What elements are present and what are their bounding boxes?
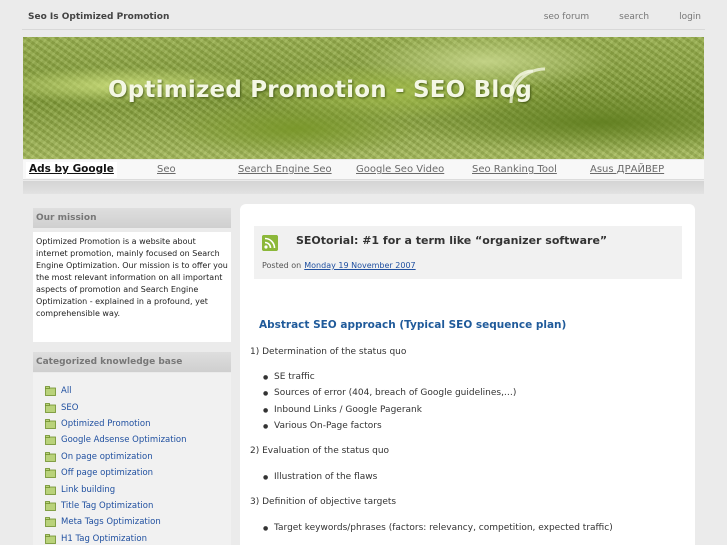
kb-link-title-tag-optimization[interactable]: Title Tag Optimization (61, 501, 153, 511)
kb-link-link-building[interactable]: Link building (61, 485, 115, 495)
kb-link-all[interactable]: All (61, 386, 72, 396)
seo-forum-link[interactable]: seo forum (544, 12, 589, 22)
kb-link-seo[interactable]: SEO (61, 403, 78, 413)
ad-link-google-seo-video[interactable]: Google Seo Video (356, 164, 444, 175)
list-item: Meta Tags Optimization (33, 514, 231, 530)
list-item: Title Tag Optimization (33, 498, 231, 514)
list-item: H1 Tag Optimization (33, 531, 231, 545)
rss-feed-icon[interactable] (262, 235, 278, 251)
list-item: Link building (33, 481, 231, 497)
article-body: Abstract SEO approach (Typical SEO seque… (250, 319, 690, 533)
knowledge-base-list: All SEO Optimized Promotion Google Adsen… (33, 373, 231, 545)
posted-on-label: Posted on (262, 261, 302, 270)
list-item: Optimized Promotion (33, 416, 231, 432)
site-name: Seo Is Optimized Promotion (28, 12, 170, 22)
kb-link-meta-tags-optimization[interactable]: Meta Tags Optimization (61, 517, 161, 527)
ads-bar: Ads by Google Seo Search Engine Seo Goog… (23, 160, 704, 180)
mission-text: Optimized Promotion is a website about i… (33, 232, 231, 342)
list-item: All (33, 383, 231, 399)
folder-icon (45, 484, 56, 495)
list-item: On page optimization (33, 449, 231, 465)
posted-meta: Posted on Monday 19 November 2007 (262, 261, 416, 270)
step-3-text: 3) Definition of objective targets (250, 497, 397, 507)
step-1-text: 1) Determination of the status quo (250, 347, 407, 357)
top-links: seo forum search login (544, 12, 701, 22)
search-link[interactable]: search (619, 12, 649, 22)
list-item: SEO (33, 399, 231, 415)
login-link[interactable]: login (679, 12, 701, 22)
list-item: Inbound Links / Google Pagerank (263, 405, 422, 415)
step-2-text: 2) Evaluation of the status quo (250, 446, 390, 456)
ad-link-seo[interactable]: Seo (157, 164, 176, 175)
rss-waves-icon (509, 67, 546, 104)
kb-link-off-page-optimization[interactable]: Off page optimization (61, 468, 153, 478)
folder-icon (45, 419, 56, 429)
article-heading: Abstract SEO approach (Typical SEO seque… (259, 319, 567, 331)
folder-icon (45, 435, 56, 446)
post-header: SEOtorial: #1 for a term like “organizer… (254, 226, 682, 279)
list-item: Various On-Page factors (263, 421, 382, 431)
mission-heading: Our mission (33, 208, 231, 228)
post-title[interactable]: SEOtorial: #1 for a term like “organizer… (296, 234, 607, 247)
kb-link-optimized-promotion[interactable]: Optimized Promotion (61, 419, 150, 429)
ad-link-asus-driver[interactable]: Asus ДРАЙВЕР (590, 164, 664, 175)
knowledge-base-heading: Categorized knowledge base (33, 352, 231, 372)
list-item: Illustration of the flaws (263, 472, 377, 482)
folder-icon (45, 402, 56, 413)
folder-icon (45, 501, 56, 511)
folder-icon (45, 468, 56, 479)
header-banner: Optimized Promotion - SEO Blog (23, 37, 704, 159)
kb-link-h1-tag-optimization[interactable]: H1 Tag Optimization (61, 534, 147, 544)
banner-title: Optimized Promotion - SEO Blog (108, 77, 533, 103)
list-item: Target keywords/phrases (factors: releva… (263, 523, 613, 533)
divider-strip (23, 181, 704, 194)
list-item: SE traffic (263, 372, 315, 382)
folder-icon (45, 386, 56, 397)
kb-link-on-page-optimization[interactable]: On page optimization (61, 452, 153, 462)
list-item: Sources of error (404, breach of Google … (263, 388, 516, 398)
folder-icon (45, 533, 56, 544)
folder-icon (45, 451, 56, 462)
folder-icon (45, 517, 56, 528)
kb-link-google-adsense-optimization[interactable]: Google Adsense Optimization (61, 435, 187, 445)
ad-link-seo-ranking-tool[interactable]: Seo Ranking Tool (472, 164, 557, 175)
post-date-link[interactable]: Monday 19 November 2007 (304, 261, 415, 270)
list-item: Google Adsense Optimization (33, 432, 231, 448)
ads-by-google-label[interactable]: Ads by Google (26, 162, 117, 178)
list-item: Off page optimization (33, 465, 231, 481)
ad-link-search-engine-seo[interactable]: Search Engine Seo (238, 164, 332, 175)
top-bar: Seo Is Optimized Promotion seo forum sea… (22, 7, 705, 30)
